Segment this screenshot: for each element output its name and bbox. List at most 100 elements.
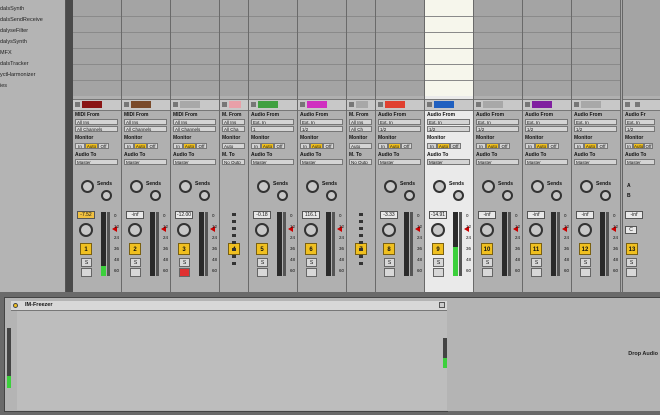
monitor-in-button[interactable]: In: [574, 143, 584, 149]
monitor-in-button[interactable]: In: [427, 143, 437, 149]
pan-knob[interactable]: [255, 223, 269, 237]
output-select[interactable]: Master: [525, 159, 568, 165]
track-header[interactable]: [474, 99, 522, 111]
monitor-off-button[interactable]: Off: [274, 143, 285, 149]
clip-slots[interactable]: [623, 0, 660, 96]
solo-button[interactable]: S: [626, 258, 637, 267]
monitor-in-button[interactable]: In: [124, 143, 134, 149]
volume-field[interactable]: -0.18: [253, 211, 271, 219]
input-channel-select[interactable]: 1/2: [625, 126, 655, 132]
input-channel-select[interactable]: All Ch: [349, 126, 372, 132]
monitor-off-button[interactable]: Off: [147, 143, 158, 149]
send-b-knob[interactable]: [326, 190, 337, 201]
track-13[interactable]: Audio Fr Ext. In 1/2 Monitor In Auto Off…: [622, 0, 660, 292]
send-a-knob[interactable]: [531, 180, 544, 193]
output-select[interactable]: Master: [173, 159, 216, 165]
output-select[interactable]: Master: [75, 159, 118, 165]
track-header[interactable]: [73, 99, 121, 111]
track-activator[interactable]: 10: [481, 243, 493, 255]
input-channel-select[interactable]: 1/2: [574, 126, 617, 132]
track-activator[interactable]: 2: [129, 243, 141, 255]
monitor-off-button[interactable]: Off: [597, 143, 608, 149]
volume-field[interactable]: -inf: [527, 211, 545, 219]
solo-button[interactable]: S: [433, 258, 444, 267]
monitor-off-button[interactable]: Off: [98, 143, 109, 149]
track-4[interactable]: M. From All Ins All Cha Monitor Auto M. To No …: [220, 0, 249, 292]
monitor-off-button[interactable]: Off: [548, 143, 559, 149]
volume-field[interactable]: -inf: [126, 211, 144, 219]
track-9[interactable]: Audio From Ext. In 1/2 Monitor In Auto Off Audi…: [425, 0, 474, 292]
arm-button[interactable]: [130, 268, 141, 277]
fold-icon[interactable]: [124, 102, 129, 107]
track-header[interactable]: [171, 99, 219, 111]
fader-track[interactable]: [283, 212, 286, 276]
volume-field[interactable]: -inf: [576, 211, 594, 219]
track-header[interactable]: [623, 99, 660, 111]
track-activator[interactable]: 5: [256, 243, 268, 255]
arm-button[interactable]: [306, 268, 317, 277]
monitor-off-button[interactable]: Off: [196, 143, 207, 149]
pan-knob[interactable]: [578, 223, 592, 237]
solo-button[interactable]: S: [81, 258, 92, 267]
monitor-in-button[interactable]: In: [300, 143, 310, 149]
fader-track[interactable]: [508, 212, 511, 276]
send-b-knob[interactable]: [502, 190, 513, 201]
solo-button[interactable]: S: [580, 258, 591, 267]
track-activator[interactable]: 3: [178, 243, 190, 255]
input-channel-select[interactable]: All Channels: [124, 126, 167, 132]
crossfade-c[interactable]: C: [625, 226, 637, 234]
browser-item[interactable]: dalsSynth: [0, 6, 24, 12]
output-select[interactable]: Master: [427, 159, 470, 165]
track-7[interactable]: M. From All Ins All Ch Monitor Auto M. To No O…: [347, 0, 376, 292]
monitor-select[interactable]: Auto: [222, 143, 245, 149]
send-a-knob[interactable]: [482, 180, 495, 193]
fold-icon[interactable]: [251, 102, 256, 107]
track-header[interactable]: [572, 99, 620, 111]
monitor-select[interactable]: Auto: [349, 143, 372, 149]
track-activator[interactable]: 1: [80, 243, 92, 255]
track-activator[interactable]: 6: [305, 243, 317, 255]
track-header[interactable]: [220, 99, 248, 111]
arm-button[interactable]: [433, 268, 444, 277]
track-11[interactable]: Audio From Ext. In 1/2 Monitor In Auto Off Audi…: [523, 0, 572, 292]
monitor-auto-button[interactable]: Auto: [85, 143, 98, 149]
output-select[interactable]: Master: [300, 159, 343, 165]
track-header[interactable]: [347, 99, 375, 111]
send-b-knob[interactable]: [101, 190, 112, 201]
monitor-auto-button[interactable]: Auto: [261, 143, 274, 149]
arm-button[interactable]: [179, 268, 190, 277]
volume-field[interactable]: -7.52: [77, 211, 95, 219]
volume-field[interactable]: -12.00: [175, 211, 193, 219]
arm-button[interactable]: [626, 268, 637, 277]
send-a-knob[interactable]: [130, 180, 143, 193]
send-a-knob[interactable]: [81, 180, 94, 193]
monitor-in-button[interactable]: In: [378, 143, 388, 149]
track-header[interactable]: [376, 99, 424, 111]
track-5[interactable]: Audio From Ext. In 1 Monitor In Auto Off Audio …: [249, 0, 298, 292]
pan-knob[interactable]: [382, 223, 396, 237]
input-channel-select[interactable]: 1/2: [525, 126, 568, 132]
pan-knob[interactable]: [128, 223, 142, 237]
output-select[interactable]: No Outp: [349, 159, 372, 165]
input-type-select[interactable]: Ext. In: [574, 119, 617, 125]
monitor-auto-button[interactable]: Auto: [633, 143, 644, 149]
input-type-select[interactable]: All Ins: [222, 119, 245, 125]
send-b-knob[interactable]: [277, 190, 288, 201]
send-b-knob[interactable]: [453, 190, 464, 201]
arm-button[interactable]: [384, 268, 395, 277]
fader-track[interactable]: [557, 212, 560, 276]
send-a-knob[interactable]: [580, 180, 593, 193]
output-select[interactable]: Master: [124, 159, 167, 165]
input-type-select[interactable]: Ext. In: [525, 119, 568, 125]
output-select[interactable]: Master: [378, 159, 421, 165]
fold-icon[interactable]: [574, 102, 579, 107]
fader-track[interactable]: [156, 212, 159, 276]
solo-button[interactable]: S: [482, 258, 493, 267]
fader-track[interactable]: [410, 212, 413, 276]
input-channel-select[interactable]: 1/2: [427, 126, 470, 132]
pan-knob[interactable]: [431, 223, 445, 237]
fold-icon[interactable]: [349, 102, 354, 107]
monitor-auto-button[interactable]: Auto: [584, 143, 597, 149]
monitor-off-button[interactable]: Off: [450, 143, 461, 149]
track-activator[interactable]: 13: [626, 243, 638, 255]
